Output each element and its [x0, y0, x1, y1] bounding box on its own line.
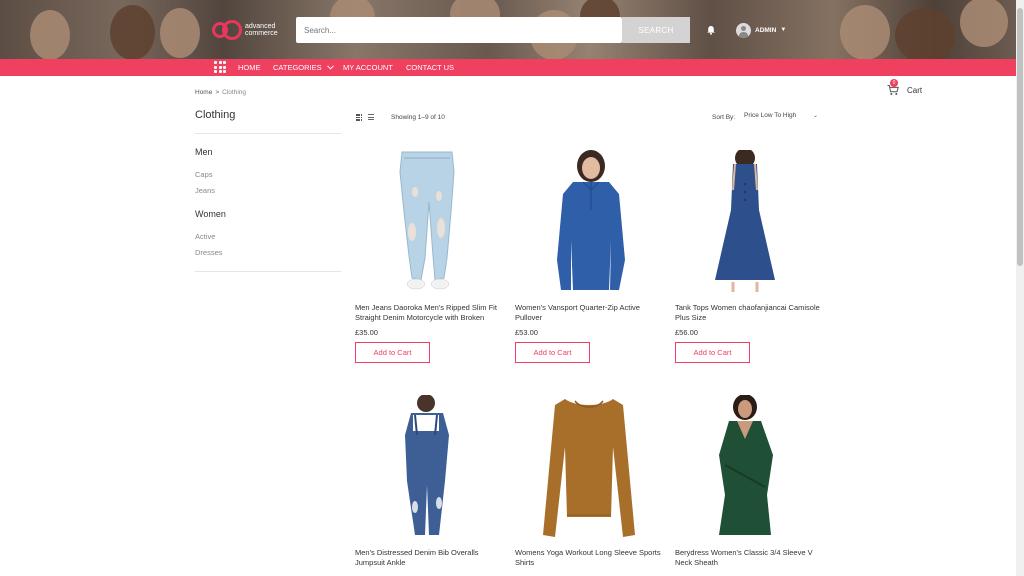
nav-item-categories-label: CATEGORIES — [273, 63, 322, 72]
logo-text-line1: advanced — [245, 23, 276, 30]
product-price: £53.00 — [515, 328, 538, 337]
sort-label: Sort By: — [712, 114, 736, 121]
brand-logo[interactable]: advanced commerce — [210, 18, 290, 42]
user-label: ADMIN — [755, 26, 777, 34]
product-name[interactable]: Berydress Women's Classic 3/4 Sleeve V N… — [675, 548, 823, 568]
sort-select[interactable]: Price Low To High ⌄ — [744, 112, 820, 123]
product-name[interactable]: Men's Distressed Denim Bib Overalls Jump… — [355, 548, 503, 568]
results-count: Showing 1–9 of 10 — [391, 114, 445, 121]
product-name[interactable]: Men Jeans Daoroka Men's Ripped Slim Fit … — [355, 303, 503, 323]
sidebar-item-active[interactable]: Active — [195, 232, 215, 241]
page: advanced commerce SEARCH ADMIN ▼ HOME CA… — [0, 0, 1024, 576]
sidebar-category-women[interactable]: Women — [195, 209, 226, 219]
apps-grid-icon[interactable] — [214, 61, 226, 73]
product-image-longsleeve[interactable] — [515, 395, 663, 541]
add-to-cart-button[interactable]: Add to Cart — [675, 342, 750, 363]
divider — [195, 271, 341, 272]
chevron-down-icon — [326, 65, 334, 70]
breadcrumb: Home > Clothing — [195, 89, 246, 96]
search-input[interactable] — [296, 17, 622, 43]
nav-item-home[interactable]: HOME — [238, 63, 261, 72]
nav-item-contact-us[interactable]: CONTACT US — [406, 63, 454, 72]
cart-count-badge: 0 — [890, 79, 898, 87]
page-scrollbar[interactable] — [1016, 0, 1024, 576]
sidebar-item-jeans[interactable]: Jeans — [195, 186, 215, 195]
main-nav: HOME CATEGORIES MY ACCOUNT CONTACT US — [0, 59, 1016, 76]
sidebar-item-caps[interactable]: Caps — [195, 170, 213, 179]
product-image-overalls[interactable] — [355, 395, 503, 541]
product-price: £56.00 — [675, 328, 698, 337]
list-view-icon[interactable] — [366, 114, 374, 121]
product-name[interactable]: Women's Vansport Quarter-Zip Active Pull… — [515, 303, 663, 323]
breadcrumb-separator: > — [215, 89, 220, 96]
product-image-pullover[interactable] — [515, 150, 663, 296]
product-price: £35.00 — [355, 328, 378, 337]
product-name[interactable]: Tank Tops Women chaofanjiancai Camisole … — [675, 303, 823, 323]
chevron-down-icon: ▼ — [780, 27, 787, 33]
search-button[interactable]: SEARCH — [622, 17, 690, 43]
grid-view-icon[interactable] — [356, 114, 363, 121]
breadcrumb-home[interactable]: Home — [195, 89, 212, 96]
bell-icon[interactable] — [706, 25, 716, 35]
cart-label: Cart — [907, 85, 923, 95]
sidebar-category-men[interactable]: Men — [195, 147, 213, 157]
user-menu[interactable]: ADMIN ▼ — [736, 22, 786, 38]
divider — [195, 133, 341, 134]
breadcrumb-current: Clothing — [222, 89, 246, 96]
add-to-cart-button[interactable]: Add to Cart — [515, 342, 590, 363]
product-image-green-dress[interactable] — [675, 395, 823, 541]
add-to-cart-button[interactable]: Add to Cart — [355, 342, 430, 363]
nav-item-my-account[interactable]: MY ACCOUNT — [343, 63, 393, 72]
sidebar-item-dresses[interactable]: Dresses — [195, 248, 223, 257]
nav-item-categories[interactable]: CATEGORIES — [273, 63, 334, 72]
sort-select-value: Price Low To High — [744, 112, 797, 119]
chevron-down-icon: ⌄ — [812, 113, 818, 119]
product-name[interactable]: Womens Yoga Workout Long Sleeve Sports S… — [515, 548, 663, 568]
logo-text-line2: commerce — [245, 30, 278, 37]
scrollbar-thumb[interactable] — [1017, 8, 1023, 266]
avatar — [736, 22, 751, 38]
product-image-jeans[interactable] — [355, 150, 503, 296]
product-image-dress[interactable] — [675, 150, 823, 296]
sidebar-title: Clothing — [195, 109, 236, 121]
